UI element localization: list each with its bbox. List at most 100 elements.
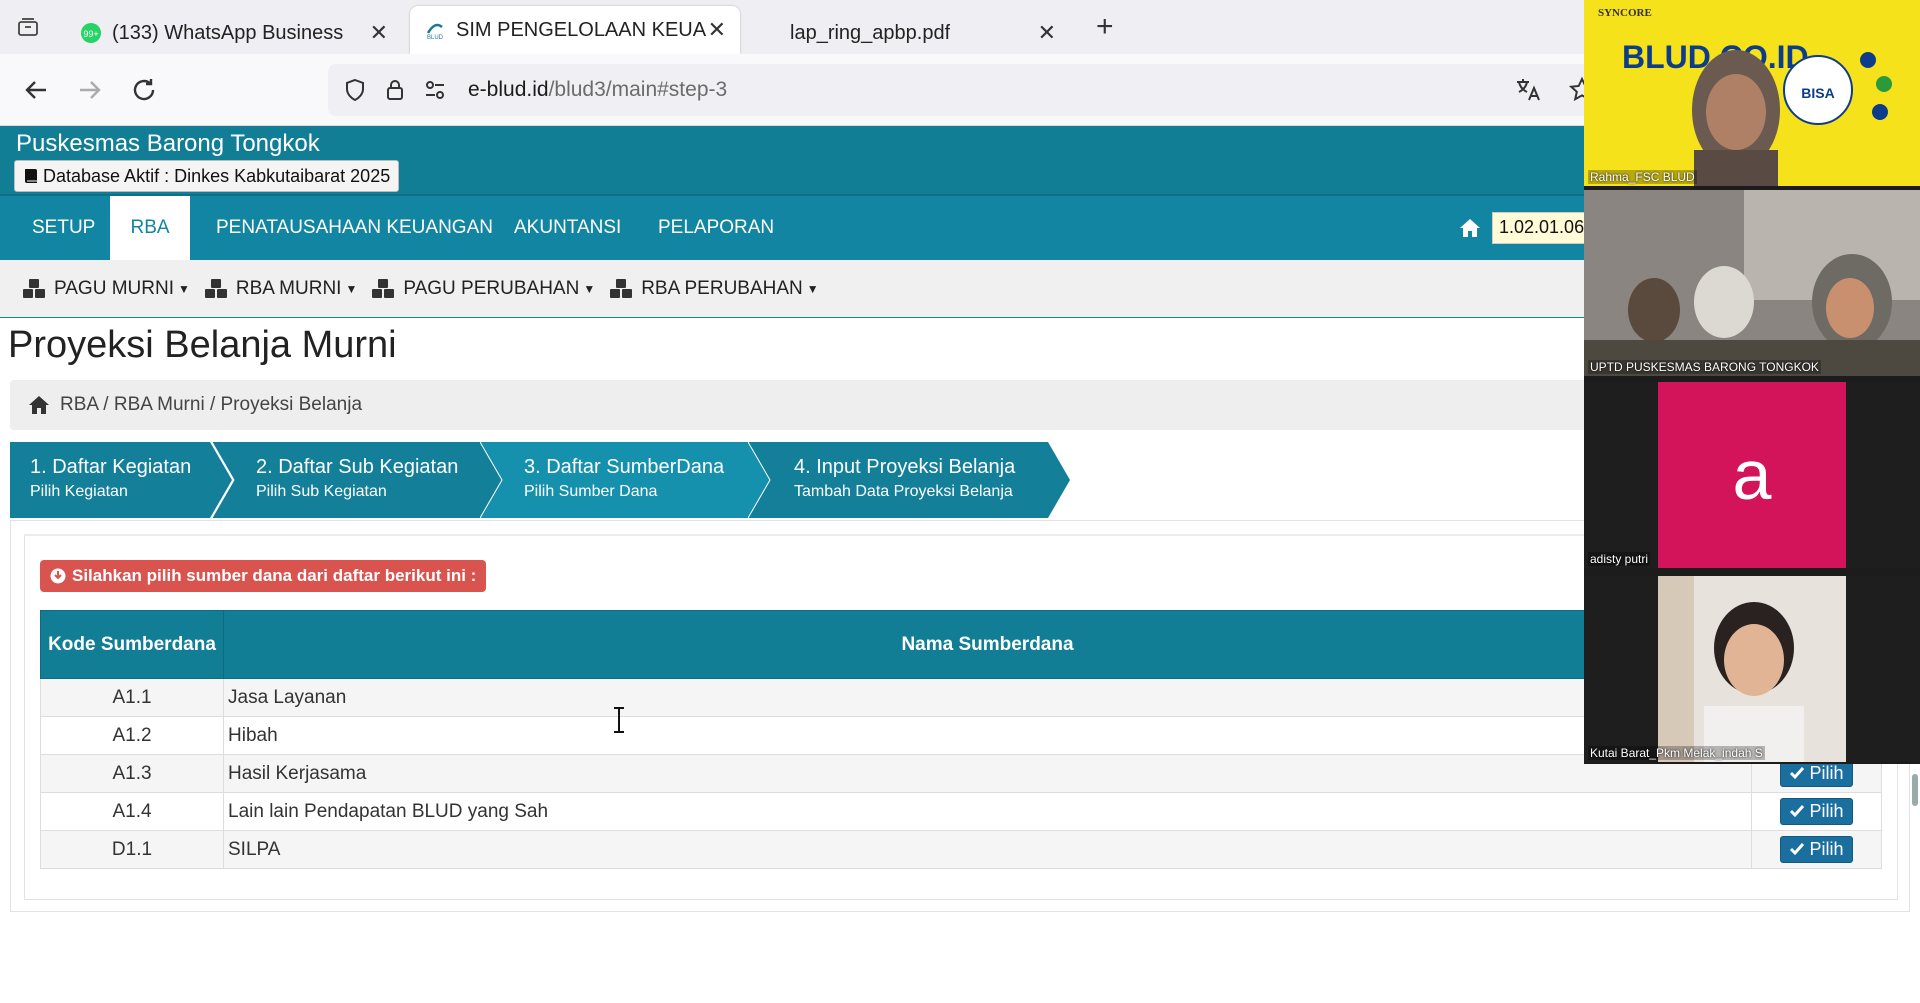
breadcrumb-text[interactable]: RBA / RBA Murni / Proyeksi Belanja [60, 394, 362, 416]
text-cursor-icon [614, 707, 624, 733]
check-icon [1790, 805, 1805, 818]
subnav-pagu-perubahan[interactable]: PAGU PERUBAHAN ▼ [371, 278, 595, 300]
participant-name: Rahma_FSC BLUD [1588, 170, 1697, 184]
step-subtitle: Pilih Sumber Dana [524, 483, 658, 500]
row-code: A1.3 [40, 754, 224, 793]
avatar: a [1658, 382, 1846, 568]
step-subtitle: Pilih Kegiatan [30, 483, 128, 500]
forward-arrow-icon[interactable] [74, 74, 106, 106]
subnav-rba-murni[interactable]: RBA MURNI ▼ [204, 278, 357, 300]
svg-text:99+: 99+ [83, 29, 98, 39]
cubes-icon [610, 278, 633, 298]
row-code: A1.1 [40, 678, 224, 717]
close-icon[interactable]: ✕ [1038, 20, 1056, 46]
nav-akuntansi[interactable]: AKUNTANSI [492, 196, 643, 260]
step-arrow-shape [10, 442, 232, 518]
pilih-button[interactable]: Pilih [1780, 797, 1853, 825]
step-arrow-shape [748, 442, 1070, 518]
col-header-code: Kode Sumberdana [40, 610, 224, 679]
row-code: D1.1 [40, 830, 224, 869]
subnav-pagu-murni[interactable]: PAGU MURNI ▼ [22, 278, 190, 300]
site-name: Puskesmas Barong Tongkok [16, 130, 320, 157]
row-name: SILPA [223, 830, 1752, 869]
tab-pdf[interactable]: lap_ring_apbp.pdf ✕ [776, 6, 1070, 60]
shield-icon[interactable] [342, 77, 368, 103]
svg-text:BLUD: BLUD [427, 35, 444, 41]
nav-setup[interactable]: SETUP [10, 196, 117, 260]
translate-icon[interactable] [1514, 76, 1542, 104]
check-icon [1790, 767, 1805, 780]
tab-whatsapp[interactable]: 99+ (133) WhatsApp Business ✕ [66, 6, 402, 60]
participant-video-image [1658, 576, 1846, 762]
blud-logo-icon: BLUD [426, 23, 444, 41]
participant-tile-kutai-barat[interactable]: Kutai Barat_Pkm Melak_indah S [1584, 576, 1920, 762]
wizard-step-1[interactable]: 1. Daftar Kegiatan Pilih Kegiatan [10, 442, 232, 518]
nav-penatausahaan-keuangan[interactable]: PENATAUSAHAAN KEUANGAN [194, 196, 515, 260]
org-selector[interactable]: 1.02.01.06 - [1458, 212, 1602, 244]
video-call-panel: SYNCORE BLUD.CO.ID BISA Rahma_FSC BLUD U… [1584, 0, 1920, 764]
row-name: Jasa Layanan [223, 678, 1752, 717]
subnav-label: RBA MURNI [235, 277, 342, 299]
url-path: /blud3/main#step-3 [548, 78, 728, 101]
table-row: D1.1 SILPA Pilih [40, 830, 1882, 869]
back-arrow-icon[interactable] [20, 74, 52, 106]
participant-name: UPTD PUSKESMAS BARONG TONGKOK [1588, 360, 1821, 374]
lock-icon[interactable] [382, 77, 408, 103]
wizard-step-3[interactable]: 3. Daftar SumberDana Pilih Sumber Dana [480, 442, 770, 518]
row-action-cell: Pilih [1751, 792, 1882, 831]
cubes-icon [372, 278, 395, 298]
col-header-name: Nama Sumberdana [223, 610, 1752, 679]
database-badge: Database Aktif : Dinkes Kabkutaibarat 20… [14, 160, 400, 192]
tab-title: lap_ring_apbp.pdf [790, 21, 951, 44]
site-settings-icon[interactable] [422, 77, 448, 103]
reload-icon[interactable] [128, 74, 160, 106]
pilih-label: Pilih [1809, 800, 1844, 821]
participant-name: Kutai Barat_Pkm Melak_indah S [1588, 746, 1765, 760]
step-subtitle: Pilih Sub Kegiatan [256, 483, 387, 500]
nav-rba[interactable]: RBA [110, 196, 190, 260]
caret-down-icon: ▼ [806, 281, 819, 296]
alert-text: Silahkan pilih sumber dana dari daftar b… [72, 566, 477, 585]
badge-text: BISA [1801, 85, 1834, 101]
subnav-rba-perubahan[interactable]: RBA PERUBAHAN ▼ [609, 278, 819, 300]
step-title: 3. Daftar SumberDana [524, 456, 725, 478]
wizard-step-2[interactable]: 2. Daftar Sub Kegiatan Pilih Sub Kegiata… [212, 442, 502, 518]
table-row: A1.4 Lain lain Pendapatan BLUD yang Sah … [40, 792, 1882, 831]
row-name: Hasil Kerjasama [223, 754, 1752, 793]
url-text: e-blud.id/blud3/main#step-3 [468, 78, 727, 102]
database-badge-text: Database Aktif : Dinkes Kabkutaibarat 20… [43, 165, 391, 186]
tab-list-icon[interactable] [16, 15, 40, 39]
address-bar[interactable]: e-blud.id/blud3/main#step-3 [328, 64, 1628, 116]
home-icon[interactable] [1458, 216, 1482, 240]
step-title: 1. Daftar Kegiatan [30, 456, 192, 478]
room-video-image [1584, 190, 1920, 376]
whatsapp-icon: 99+ [81, 23, 101, 43]
close-icon[interactable]: ✕ [708, 17, 726, 43]
subnav-label: PAGU MURNI [54, 277, 174, 299]
step-arrow-shape [480, 442, 770, 518]
row-action-cell: Pilih [1751, 830, 1882, 869]
page-scrollbar-thumb[interactable] [1912, 774, 1918, 806]
step-title: 2. Daftar Sub Kegiatan [256, 456, 459, 478]
row-code: A1.4 [40, 792, 224, 831]
close-icon[interactable]: ✕ [370, 20, 388, 46]
info-alert: Silahkan pilih sumber dana dari daftar b… [40, 560, 487, 592]
pilih-label: Pilih [1809, 762, 1844, 783]
brand-text: SYNCORE [1598, 7, 1652, 19]
tab-sim-keuangan[interactable]: BLUD SIM PENGELOLAAN KEUANGAN ✕ [410, 6, 740, 54]
pilih-button[interactable]: Pilih [1780, 835, 1853, 863]
tab-title: (133) WhatsApp Business [112, 21, 344, 44]
new-tab-button[interactable]: + [1096, 12, 1114, 42]
nav-pelaporan[interactable]: PELAPORAN [636, 196, 796, 260]
wizard-step-4[interactable]: 4. Input Proyeksi Belanja Tambah Data Pr… [748, 442, 1070, 518]
row-name: Hibah [223, 716, 1752, 755]
home-icon[interactable] [28, 395, 50, 415]
url-host: e-blud.id [468, 78, 549, 101]
blud-banner-image: SYNCORE BLUD.CO.ID BISA [1584, 0, 1920, 186]
check-icon [1790, 843, 1805, 856]
participant-tile-rahma[interactable]: SYNCORE BLUD.CO.ID BISA Rahma_FSC BLUD [1584, 0, 1920, 186]
participant-tile-uptd[interactable]: UPTD PUSKESMAS BARONG TONGKOK [1584, 190, 1920, 376]
participant-tile-adisty[interactable]: a adisty putri [1584, 382, 1920, 568]
step-arrow-shape [212, 442, 502, 518]
pilih-label: Pilih [1809, 838, 1844, 859]
